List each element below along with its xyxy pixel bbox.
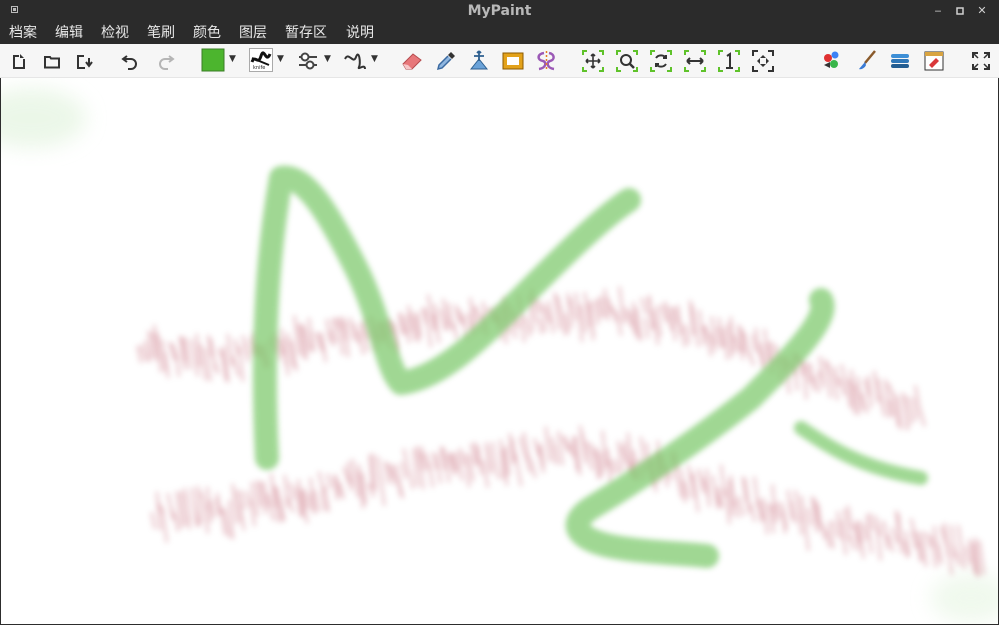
faint-smudge xyxy=(1,88,86,148)
color-swatch[interactable] xyxy=(201,48,225,72)
save-as-icon[interactable] xyxy=(72,49,96,73)
green-stroke-tail xyxy=(794,421,928,485)
brush-curve-dropdown-icon[interactable]: ▼ xyxy=(371,55,379,64)
view-fit-icon[interactable] xyxy=(751,49,775,73)
view-reset-1-icon[interactable] xyxy=(717,49,741,73)
menu-bar: 档案 编辑 检视 笔刷 颜色 图层 暂存区 说明 xyxy=(0,23,999,44)
brush-settings-dropdown-icon[interactable]: ▼ xyxy=(324,55,332,64)
window-title: MyPaint xyxy=(467,3,532,19)
canvas-artwork xyxy=(1,88,998,623)
brush-curve-icon[interactable] xyxy=(343,49,367,73)
brush-selector[interactable]: knife xyxy=(249,48,273,72)
color-dropdown-icon[interactable]: ▼ xyxy=(229,55,237,64)
view-pan-icon[interactable] xyxy=(581,49,605,73)
layers-icon[interactable] xyxy=(888,49,912,73)
redo-icon[interactable] xyxy=(154,49,178,73)
pan-tool-icon[interactable] xyxy=(467,49,491,73)
minimize-icon[interactable]: ‒ xyxy=(931,4,945,18)
maximize-icon[interactable] xyxy=(953,4,967,18)
brush-dropdown-icon[interactable]: ▼ xyxy=(277,55,285,64)
faint-smudge xyxy=(931,573,998,623)
open-folder-icon[interactable] xyxy=(40,49,64,73)
menu-layer[interactable]: 图层 xyxy=(239,24,267,43)
main-toolbar: ▼ knife ▼ ▼ ▼ xyxy=(0,44,999,78)
new-document-icon[interactable] xyxy=(6,49,30,73)
menu-file[interactable]: 档案 xyxy=(9,24,37,43)
view-mirror-icon[interactable] xyxy=(683,49,707,73)
undo-icon[interactable] xyxy=(118,49,142,73)
menu-edit[interactable]: 编辑 xyxy=(55,24,83,43)
menu-view[interactable]: 检视 xyxy=(101,24,129,43)
brush-tag-label: knife xyxy=(253,65,266,71)
drawing-canvas[interactable] xyxy=(1,78,998,624)
frame-tool-icon[interactable] xyxy=(501,49,525,73)
symmetry-tool-icon[interactable] xyxy=(534,49,558,73)
green-stroke-loop xyxy=(565,288,835,568)
fullscreen-icon[interactable] xyxy=(969,49,993,73)
title-bar: MyPaint ‒ ✕ xyxy=(0,0,999,23)
menu-help[interactable]: 说明 xyxy=(346,24,374,43)
menu-scratchpad[interactable]: 暂存区 xyxy=(285,24,327,43)
brush-settings-icon[interactable] xyxy=(296,49,320,73)
view-zoom-icon[interactable] xyxy=(615,49,639,73)
close-icon[interactable]: ✕ xyxy=(975,4,989,18)
view-rotate-icon[interactable] xyxy=(649,49,673,73)
menu-color[interactable]: 颜色 xyxy=(193,24,221,43)
color-picker-icon[interactable] xyxy=(434,49,458,73)
eraser-icon[interactable] xyxy=(400,49,424,73)
brush-panel-icon[interactable] xyxy=(855,49,879,73)
scratchpad-icon[interactable] xyxy=(922,49,946,73)
menu-brush[interactable]: 笔刷 xyxy=(147,24,175,43)
color-palette-icon[interactable] xyxy=(820,49,844,73)
mypaint-window: MyPaint ‒ ✕ 档案 编辑 检视 笔刷 颜色 图层 暂存区 说明 ▼ k… xyxy=(0,0,999,625)
